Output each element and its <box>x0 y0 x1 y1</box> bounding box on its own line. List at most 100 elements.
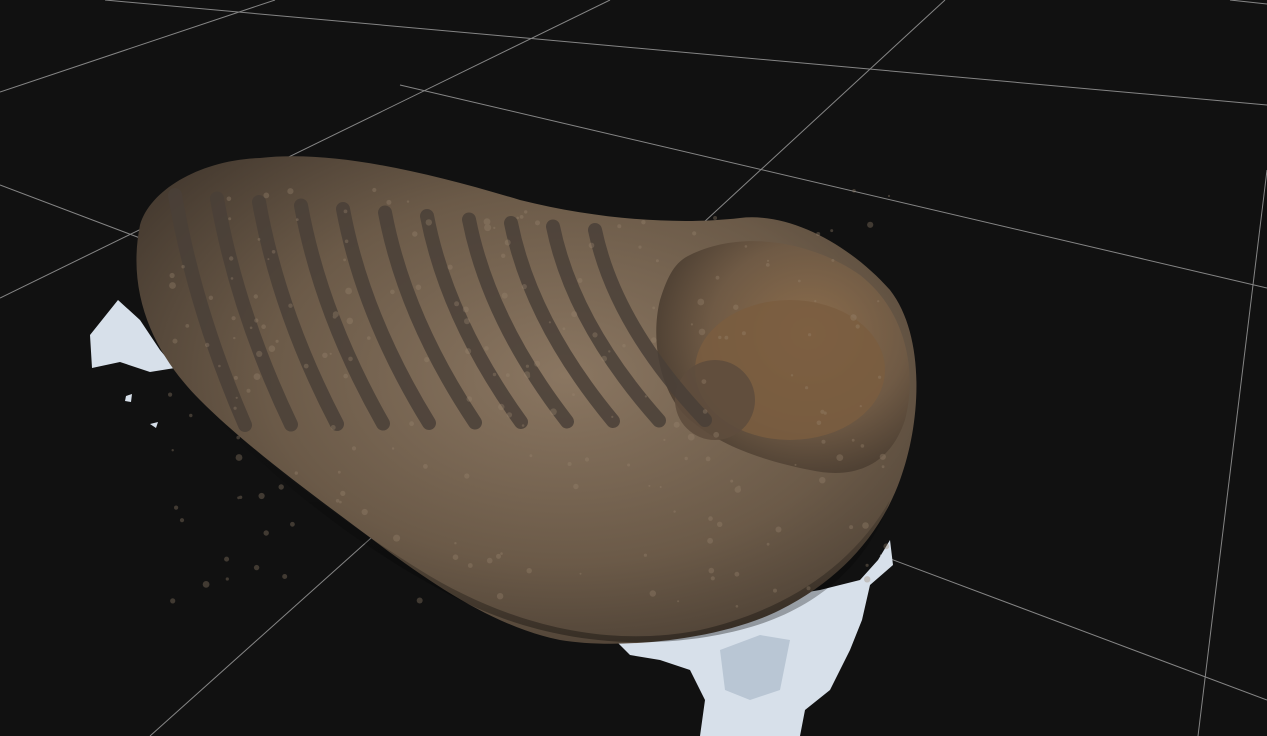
mesh-fragment <box>150 422 158 428</box>
texture-speckle <box>797 279 801 283</box>
texture-speckle <box>409 421 414 427</box>
texture-speckle <box>707 537 713 544</box>
texture-speckle <box>690 323 694 326</box>
texture-speckle <box>887 194 891 198</box>
texture-speckle <box>386 199 392 205</box>
texture-speckle <box>253 373 261 380</box>
texture-speckle <box>577 278 583 283</box>
texture-speckle <box>337 470 341 474</box>
texture-speckle <box>692 231 697 236</box>
texture-speckle <box>852 189 856 193</box>
texture-speckle <box>253 294 258 299</box>
texture-speckle <box>483 218 491 226</box>
texture-speckle <box>724 335 729 340</box>
texture-speckle <box>651 337 657 343</box>
texture-speckle <box>391 447 395 450</box>
texture-speckle <box>698 328 706 336</box>
texture-speckle <box>865 563 869 567</box>
texture-speckle <box>330 425 336 430</box>
texture-speckle <box>254 318 259 323</box>
texture-speckle <box>627 463 631 467</box>
texture-speckle <box>701 379 707 384</box>
texture-speckle <box>169 282 176 289</box>
texture-speckle <box>504 239 511 246</box>
trilobite-fossil[interactable] <box>136 156 917 644</box>
texture-speckle <box>548 321 552 324</box>
texture-speckle <box>278 484 284 490</box>
texture-speckle <box>208 295 214 300</box>
texture-speckle <box>345 287 352 295</box>
texture-speckle <box>218 364 221 368</box>
texture-speckle <box>179 518 185 523</box>
texture-speckle <box>734 486 741 493</box>
texture-speckle <box>611 415 614 418</box>
texture-speckle <box>464 473 470 479</box>
texture-speckle <box>734 571 740 577</box>
texture-speckle <box>710 576 715 581</box>
texture-speckle <box>550 408 557 416</box>
texture-speckle <box>343 209 348 214</box>
texture-speckle <box>344 239 349 244</box>
texture-speckle <box>415 284 422 291</box>
texture-speckle <box>766 259 770 262</box>
texture-speckle <box>849 525 854 530</box>
texture-speckle <box>879 453 886 460</box>
texture-speckle <box>295 218 299 222</box>
texture-speckle <box>332 314 337 319</box>
texture-speckle <box>506 412 513 418</box>
texture-speckle <box>466 396 473 402</box>
texture-speckle <box>351 446 357 451</box>
texture-speckle <box>275 339 279 343</box>
texture-speckle <box>393 534 401 542</box>
texture-speckle <box>526 568 532 574</box>
texture-speckle <box>601 355 607 362</box>
texture-speckle <box>343 373 349 379</box>
scene-canvas[interactable] <box>0 0 1267 736</box>
texture-speckle <box>462 306 469 313</box>
texture-speckle <box>263 192 270 199</box>
texture-speckle <box>231 316 236 321</box>
texture-speckle <box>816 420 822 426</box>
texture-speckle <box>423 464 428 469</box>
texture-speckle <box>501 253 506 258</box>
texture-speckle <box>529 454 533 458</box>
texture-speckle <box>573 483 579 490</box>
texture-speckle <box>814 300 817 303</box>
texture-speckle <box>454 301 460 307</box>
texture-speckle <box>831 258 835 262</box>
texture-speckle <box>572 393 575 396</box>
texture-speckle <box>416 597 423 604</box>
grid-line <box>0 0 276 93</box>
texture-speckle <box>855 324 860 329</box>
texture-speckle <box>268 345 276 353</box>
texture-speckle <box>877 300 880 303</box>
texture-speckle <box>287 188 294 195</box>
texture-speckle <box>263 530 269 536</box>
texture-speckle <box>806 586 811 591</box>
texture-speckle <box>290 521 295 527</box>
texture-speckle <box>516 216 519 220</box>
texture-speckle <box>659 486 662 488</box>
texture-speckle <box>496 553 501 559</box>
texture-speckle <box>225 577 229 581</box>
texture-speckle <box>226 196 232 202</box>
texture-speckle <box>883 543 890 550</box>
texture-speckle <box>702 409 708 414</box>
texture-speckle <box>484 224 492 232</box>
3d-viewport[interactable] <box>0 0 1267 736</box>
texture-speckle <box>288 303 293 308</box>
grid-line <box>149 529 381 736</box>
texture-speckle <box>705 456 711 462</box>
texture-speckle <box>492 372 497 377</box>
texture-speckle <box>766 542 770 546</box>
texture-speckle <box>372 187 377 193</box>
texture-speckle <box>168 392 173 397</box>
grid-line <box>1197 169 1267 736</box>
texture-speckle <box>881 465 885 469</box>
texture-speckle <box>730 479 734 483</box>
texture-speckle <box>521 424 525 427</box>
texture-speckle <box>235 396 238 399</box>
texture-speckle <box>649 590 656 597</box>
texture-speckle <box>687 433 695 441</box>
texture-speckle <box>808 333 812 337</box>
